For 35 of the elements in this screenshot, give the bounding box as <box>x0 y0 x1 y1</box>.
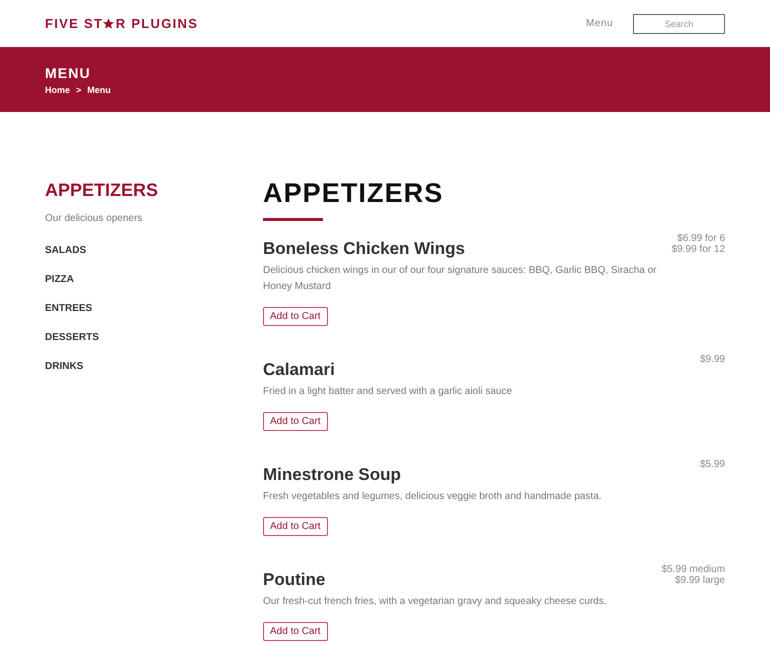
category-link[interactable]: DRINKS <box>45 361 84 373</box>
add-to-cart-button[interactable]: Add to Cart <box>263 517 328 536</box>
item-title: Calamari <box>263 359 335 381</box>
price-text: $9.99 <box>700 354 725 365</box>
item-title: Minestrone Soup <box>263 464 401 486</box>
add-to-cart-button[interactable]: Add to Cart <box>263 307 328 326</box>
price-text: $6.99 for 6 <box>677 233 725 244</box>
nav-link[interactable]: Menu <box>586 16 613 31</box>
price-text: $5.99 medium <box>662 564 725 575</box>
banner-title: MENU <box>45 66 91 80</box>
star-icon <box>103 18 114 29</box>
price-text: $5.99 <box>700 459 725 470</box>
item-title: Boneless Chicken Wings <box>263 238 466 260</box>
breadcrumb-current: Menu <box>87 86 111 95</box>
add-to-cart-button[interactable]: Add to Cart <box>263 412 328 431</box>
category-link[interactable]: PIZZA <box>45 274 74 286</box>
item-description: Our fresh-cut french fries, with a vegetarian gravy and squeaky cheese curds. <box>263 595 607 609</box>
item-description: Fried in a light batter and served with a garlic aioli sauce <box>263 385 512 399</box>
sidebar-subtitle: Our delicious openers <box>45 212 142 226</box>
search-field[interactable]: Search <box>633 14 725 34</box>
breadcrumb-link[interactable]: Home <box>45 86 70 95</box>
category-link[interactable]: DESSERTS <box>45 332 99 344</box>
add-to-cart-button[interactable]: Add to Cart <box>263 622 328 641</box>
section-title: APPETIZERS <box>263 178 444 208</box>
item-description: Delicious chicken wings in our of our four signature sauces: BBQ, Garlic BBQ, Siracha or Honey Mustard <box>263 264 658 294</box>
breadcrumb-separator: > <box>76 86 82 95</box>
heading-underline <box>263 218 323 221</box>
sidebar-title: APPETIZERS <box>45 179 158 202</box>
price-text: $9.99 for 12 <box>672 244 725 255</box>
category-link[interactable]: SALADS <box>45 245 86 257</box>
category-link[interactable]: ENTREES <box>45 303 92 315</box>
price-text: $9.99 large <box>674 575 725 586</box>
logo-link[interactable]: FIVE ST R PLUGINS <box>45 17 198 30</box>
item-title: Poutine <box>263 569 326 591</box>
item-description: Fresh vegetables and legumes, delicious veggie broth and handmade pasta. <box>263 490 602 504</box>
